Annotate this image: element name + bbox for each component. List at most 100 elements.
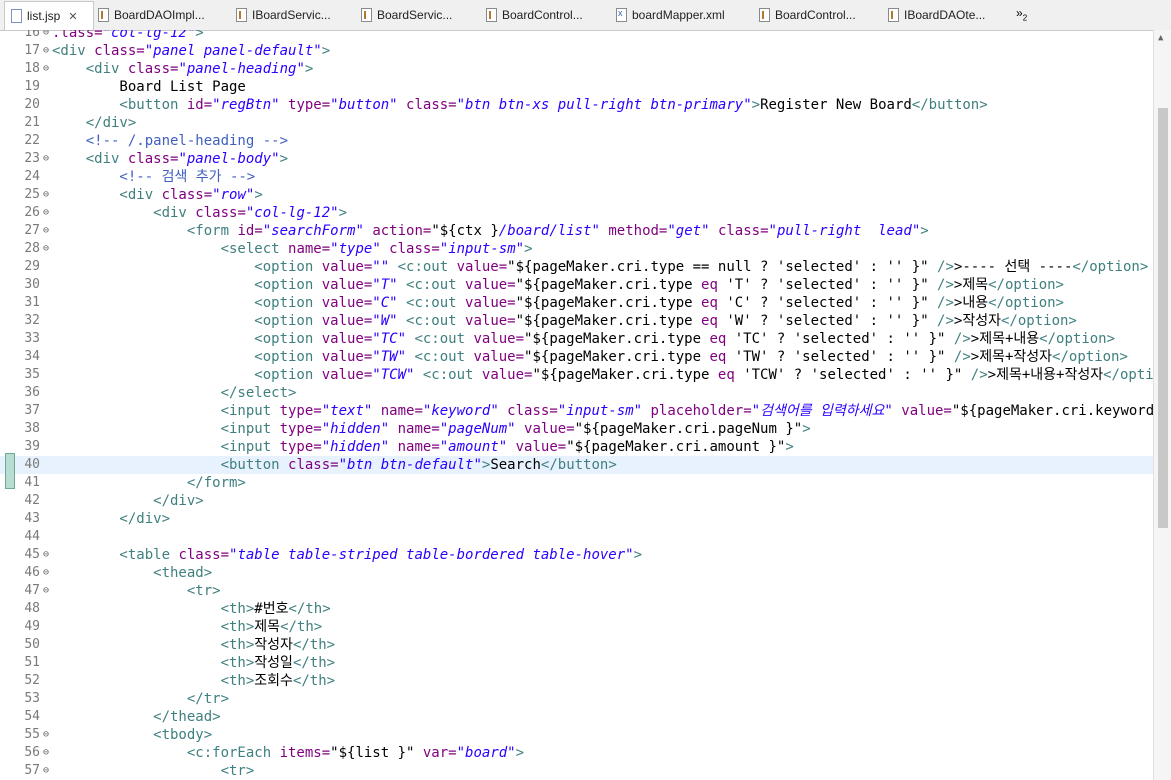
scroll-up-icon[interactable]: ▲ — [1158, 33, 1163, 43]
code-line: 32 <option value="W" <c:out value="${pag… — [0, 312, 1153, 330]
fold-toggle-icon[interactable]: ⊖ — [40, 204, 52, 222]
code-token: type= — [279, 421, 322, 437]
code-token: </option> — [1039, 331, 1116, 347]
code-line: 55 ⊖ <tbody> — [0, 726, 1153, 744]
code-token: Board List Page — [52, 79, 246, 95]
code-text: <c:forEach items="${list }" var="board"> — [52, 744, 524, 762]
code-token: "input-sm" — [557, 403, 643, 419]
line-number: 50 — [24, 637, 40, 652]
code-token: </th> — [280, 619, 323, 635]
fold-toggle-icon[interactable]: ⊖ — [40, 762, 52, 780]
code-line: 33 <option value="TC" <c:out value="${pa… — [0, 330, 1153, 348]
code-token: class= — [288, 457, 339, 473]
code-token: "검색어를 입력하세요" — [751, 403, 893, 419]
code-token: 'TC' ? 'selected' : '' }" — [726, 331, 946, 347]
line-number: 52 — [24, 673, 40, 688]
code-token: type= — [279, 403, 322, 419]
fold-toggle-icon[interactable]: ⊖ — [40, 30, 52, 42]
line-number: 23 — [24, 151, 40, 166]
vertical-scrollbar[interactable]: ▲ — [1153, 30, 1171, 780]
code-token: <th> — [52, 619, 255, 635]
code-token: name= — [372, 403, 423, 419]
code-token: </button> — [540, 457, 617, 473]
tab-overflow-button[interactable]: »2 — [1016, 6, 1027, 22]
tab-1[interactable]: BoardDAOImpl... — [92, 2, 226, 28]
code-token: </option> — [988, 277, 1064, 293]
fold-toggle-icon[interactable]: ⊖ — [40, 222, 52, 240]
line-number: 47 — [24, 583, 40, 598]
fold-toggle-icon[interactable]: ⊖ — [40, 564, 52, 582]
code-token: <button — [52, 97, 187, 113]
tab-label: IBoardDAOte... — [904, 8, 986, 22]
tab-4[interactable]: BoardControl... — [480, 2, 606, 28]
code-token: value= — [465, 277, 516, 293]
fold-toggle-icon[interactable]: ⊖ — [40, 744, 52, 762]
fold-toggle-icon[interactable]: ⊖ — [40, 546, 52, 564]
tab-0[interactable]: list.jsp ✕ — [4, 1, 94, 30]
line-number: 45 — [24, 547, 40, 562]
code-line: 48 <th>#번호</th> — [0, 600, 1153, 618]
line-number: 20 — [24, 97, 40, 112]
code-line: 29 <option value="" <c:out value="${page… — [0, 258, 1153, 276]
code-token: "btn btn-default" — [338, 457, 482, 473]
line-number: 56 — [24, 745, 40, 760]
code-token: name= — [288, 241, 331, 257]
code-token: "input-sm" — [439, 241, 525, 257]
fold-toggle-icon[interactable]: ⊖ — [40, 186, 52, 204]
code-token: 'W' ? 'selected' : '' }" — [717, 313, 929, 329]
code-token: /board/list" — [498, 223, 600, 239]
java-file-icon — [98, 8, 109, 22]
code-token: class= — [178, 547, 230, 563]
code-token: value= — [456, 259, 508, 275]
code-token: </button> — [911, 97, 988, 113]
code-token: value= — [507, 439, 567, 455]
code-token: "${pageMaker.cri.type — [515, 277, 702, 293]
code-line: 25 ⊖ <div class="row"> — [0, 186, 1153, 204]
fold-toggle-icon[interactable]: ⊖ — [40, 240, 52, 258]
java-file-icon — [759, 8, 770, 22]
code-token: <select — [52, 241, 289, 257]
code-text: </div> — [52, 510, 170, 528]
tab-3[interactable]: BoardServic... — [355, 2, 476, 28]
tab-7[interactable]: IBoardDAOte... — [882, 2, 998, 28]
code-line: 24 <!-- 검색 추가 --> — [0, 168, 1153, 186]
close-icon[interactable]: ✕ — [68, 10, 77, 23]
tab-5[interactable]: boardMapper.xml — [610, 2, 751, 28]
code-token: class= — [94, 43, 145, 59]
tab-6[interactable]: BoardControl... — [753, 2, 879, 28]
code-line: 56 ⊖ <c:forEach items="${list }" var="boa… — [0, 744, 1153, 762]
fold-toggle-icon[interactable]: ⊖ — [40, 42, 52, 60]
code-text: <div class="panel-heading"> — [52, 60, 314, 78]
code-line: 21 </div> — [0, 114, 1153, 132]
tab-label: IBoardServic... — [252, 8, 331, 22]
code-token: "button" — [330, 97, 398, 113]
line-number: 37 — [24, 403, 40, 418]
code-token: id= — [237, 223, 263, 239]
code-token: name= — [389, 421, 440, 437]
code-token: "panel-body" — [178, 151, 280, 167]
scrollbar-thumb[interactable] — [1158, 108, 1168, 528]
code-token: value= — [321, 295, 373, 311]
tab-2[interactable]: IBoardServic... — [230, 2, 351, 28]
fold-toggle-icon[interactable]: ⊖ — [40, 582, 52, 600]
code-token: #번호 — [254, 601, 289, 617]
code-line: 41 </form> — [0, 474, 1153, 492]
code-editor[interactable]: 16 ⊖ .lass="col-lg-12"> 17 ⊖ <div class="pane… — [0, 30, 1153, 780]
code-text: <th>제목</th> — [52, 618, 323, 636]
code-token: "type" — [330, 241, 381, 257]
code-token: "pageNum" — [439, 421, 516, 437]
code-token: > — [254, 187, 263, 203]
code-text: .lass="col-lg-12"> — [52, 30, 204, 42]
code-token: </thead> — [52, 709, 221, 725]
fold-toggle-icon[interactable]: ⊖ — [40, 60, 52, 78]
code-text: <table class="table table-striped table-… — [52, 546, 642, 564]
code-text: <div class="col-lg-12"> — [52, 204, 347, 222]
jsp-file-icon — [11, 9, 22, 23]
code-line: 39 <input type="hidden" name="amount" va… — [0, 438, 1153, 456]
code-token: value= — [892, 403, 952, 419]
code-text: <th>조회수</th> — [52, 672, 336, 690]
code-token: > — [633, 547, 643, 563]
code-token: </th> — [292, 673, 336, 689]
fold-toggle-icon[interactable]: ⊖ — [40, 726, 52, 744]
fold-toggle-icon[interactable]: ⊖ — [40, 150, 52, 168]
